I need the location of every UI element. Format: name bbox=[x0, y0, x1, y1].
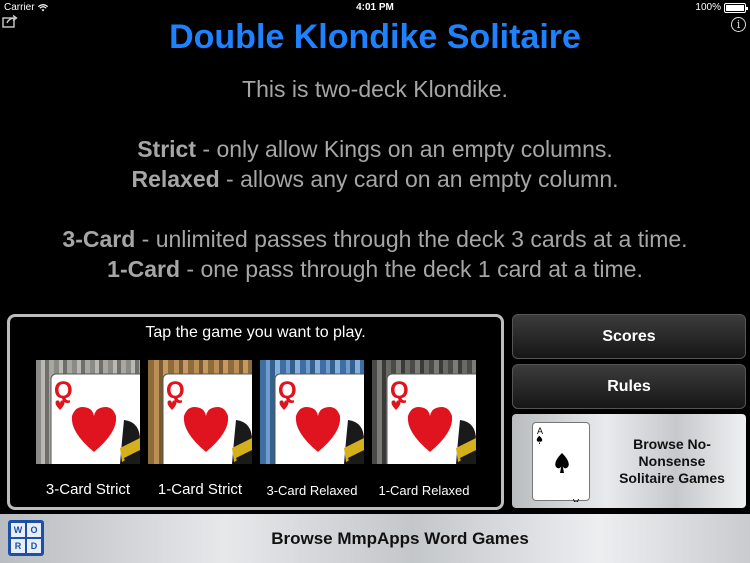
card-rank: Q bbox=[54, 377, 73, 404]
rules-button[interactable]: Rules bbox=[512, 364, 746, 409]
browse-solitaire-line1: Browse No- bbox=[633, 436, 711, 452]
empty-column-rules: Strict - only allow Kings on an empty co… bbox=[0, 134, 750, 194]
browse-solitaire-button[interactable]: A A Browse No- Nonsense Solitaire Games bbox=[512, 414, 746, 508]
browse-word-games-button[interactable]: W O R D Browse MmpApps Word Games bbox=[0, 514, 750, 563]
battery-percent: 100% bbox=[695, 2, 721, 13]
card-rank-bottom: A bbox=[573, 497, 579, 502]
chooser-prompt: Tap the game you want to play. bbox=[145, 324, 366, 341]
status-bar: Carrier 4:01 PM 100% bbox=[0, 0, 750, 16]
browse-solitaire-label: Browse No- Nonsense Solitaire Games bbox=[604, 436, 740, 487]
queen-of-hearts-card: Q bbox=[162, 373, 252, 464]
game-label-3-card-strict[interactable]: 3-Card Strict bbox=[26, 481, 150, 498]
three-card-desc: - unlimited passes through the deck 3 ca… bbox=[135, 226, 688, 252]
intro-text: This is two-deck Klondike. bbox=[242, 76, 508, 102]
game-label-1-card-relaxed[interactable]: 1-Card Relaxed bbox=[362, 483, 486, 498]
deal-rules: 3-Card - unlimited passes through the de… bbox=[0, 224, 750, 284]
card-rank: Q bbox=[166, 377, 185, 404]
one-card-desc: - one pass through the deck 1 card at a … bbox=[180, 256, 643, 282]
card-rank-top: A bbox=[537, 426, 543, 436]
game-tile-1-card-strict[interactable]: Q bbox=[148, 360, 252, 464]
clock: 4:01 PM bbox=[356, 2, 394, 13]
relaxed-rule: Relaxed - allows any card on an empty co… bbox=[0, 164, 750, 194]
strict-desc: - only allow Kings on an empty columns. bbox=[196, 136, 613, 162]
relaxed-label: Relaxed bbox=[131, 166, 220, 192]
scores-button[interactable]: Scores bbox=[512, 314, 746, 359]
three-card-label: 3-Card bbox=[62, 226, 136, 252]
page-title: Double Klondike Solitaire bbox=[169, 18, 581, 56]
one-card-rule: 1-Card - one pass through the deck 1 car… bbox=[0, 254, 750, 284]
card-rank: Q bbox=[390, 377, 409, 404]
browse-solitaire-line3: Solitaire Games bbox=[619, 470, 725, 486]
game-label-3-card-relaxed[interactable]: 3-Card Relaxed bbox=[250, 483, 374, 498]
game-tile-3-card-strict[interactable]: Q bbox=[36, 360, 140, 464]
browse-word-games-label: Browse MmpApps Word Games bbox=[271, 529, 529, 548]
battery-icon bbox=[724, 2, 748, 13]
strict-rule: Strict - only allow Kings on an empty co… bbox=[0, 134, 750, 164]
queen-of-hearts-card: Q bbox=[274, 373, 364, 464]
three-card-rule: 3-Card - unlimited passes through the de… bbox=[0, 224, 750, 254]
ace-of-spades-card: A A bbox=[532, 422, 590, 507]
battery-indicator: 100% bbox=[695, 2, 748, 13]
one-card-label: 1-Card bbox=[107, 256, 181, 282]
game-label-1-card-strict[interactable]: 1-Card Strict bbox=[138, 481, 262, 498]
game-tile-1-card-relaxed[interactable]: Q bbox=[372, 360, 476, 464]
card-rank: Q bbox=[278, 377, 297, 404]
queen-of-hearts-card: Q bbox=[50, 373, 140, 464]
strict-label: Strict bbox=[137, 136, 197, 162]
spade-card-icon: A A bbox=[536, 426, 579, 507]
queen-of-hearts-card: Q bbox=[386, 373, 476, 464]
relaxed-desc: - allows any card on an empty column. bbox=[219, 166, 619, 192]
game-chooser-panel: Tap the game you want to play. Q Q Q Q 3… bbox=[7, 314, 504, 510]
browse-solitaire-line2: Nonsense bbox=[638, 453, 706, 469]
game-tile-3-card-relaxed[interactable]: Q bbox=[260, 360, 364, 464]
